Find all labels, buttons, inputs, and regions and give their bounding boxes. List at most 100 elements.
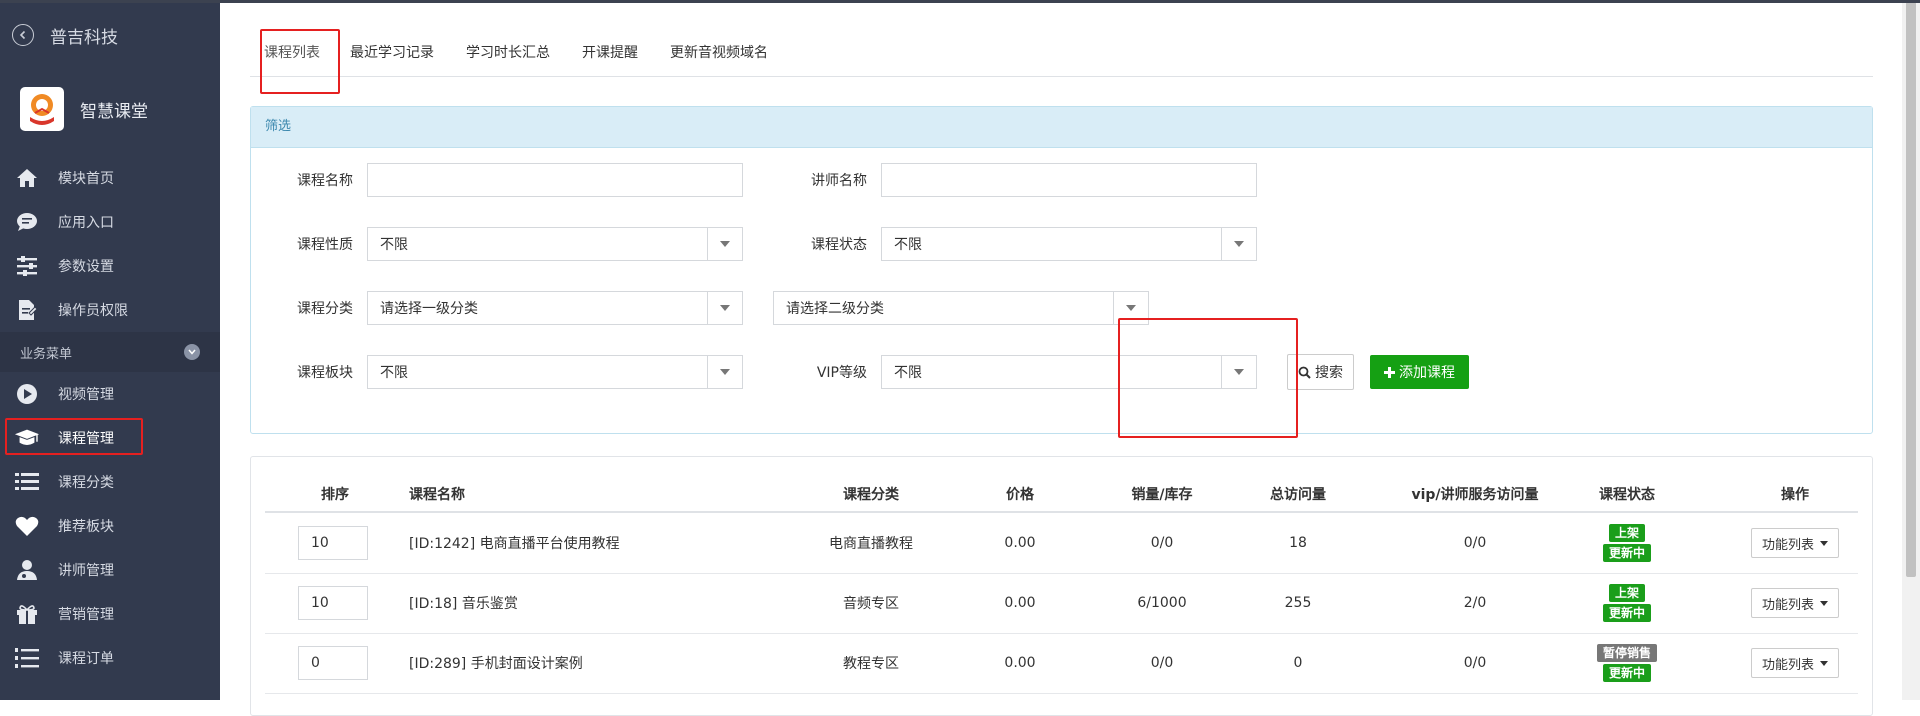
search-button-label: 搜索 [1315, 365, 1343, 381]
app-header: 智慧课堂 [0, 82, 220, 136]
function-list-label: 功能列表 [1761, 597, 1814, 613]
sidebar-item-course-category[interactable]: 课程分类 [0, 460, 220, 504]
sliders-icon [14, 254, 40, 278]
course-name-input[interactable] [367, 163, 743, 197]
header-course-name: 课程名称 [409, 487, 465, 503]
sidebar-item-app-entry[interactable]: 应用入口 [0, 200, 220, 244]
section-label: 业务菜单 [20, 346, 73, 362]
table-row: 10 [ID:1242] 电商直播平台使用教程 电商直播教程 0.00 0/0 … [265, 513, 1858, 574]
highlight-box [5, 418, 143, 455]
sidebar-item-settings[interactable]: 参数设置 [0, 244, 220, 288]
highlight-box-tab [260, 29, 340, 94]
update-badge: 更新中 [1602, 664, 1651, 682]
filter-panel: 筛选 课程名称 讲师名称 课程性质 不限 课程状态 不限 课程分类 请选择一级分… [250, 106, 1873, 434]
price-cell: 0.00 [1004, 595, 1036, 611]
select-value: 不限 [380, 365, 408, 381]
sales-stock-cell: 0/0 [1150, 655, 1174, 671]
tab-bar: 课程列表 最近学习记录 学习时长汇总 开课提醒 更新音视频域名 [250, 30, 1873, 77]
sidebar-item-label: 操作员权限 [58, 303, 128, 319]
sidebar-item-marketing-management[interactable]: 营销管理 [0, 592, 220, 636]
sidebar-section-business[interactable]: 业务菜单 [0, 332, 220, 372]
top-bar [0, 0, 1920, 3]
heart-icon [14, 514, 40, 538]
select-value: 不限 [894, 237, 922, 253]
actions-cell: 功能列表 [1735, 513, 1855, 573]
chevron-down-icon[interactable] [184, 344, 200, 360]
course-status-select[interactable]: 不限 [881, 227, 1257, 261]
back-arrow-icon[interactable] [12, 24, 34, 46]
sort-input[interactable]: 10 [298, 526, 368, 560]
sidebar-item-label: 应用入口 [58, 215, 114, 231]
list-icon [14, 470, 40, 494]
update-badge: 更新中 [1602, 544, 1651, 562]
header-course-status: 课程状态 [1599, 487, 1655, 503]
search-icon [1298, 366, 1311, 379]
caret-down-icon [1820, 660, 1828, 666]
price-cell: 0.00 [1004, 535, 1036, 551]
status-cell: 暂停销售 更新中 [1557, 633, 1697, 693]
document-edit-icon [14, 298, 40, 322]
status-badge[interactable]: 暂停销售 [1596, 644, 1657, 662]
caret-down-icon [707, 228, 742, 260]
filter-row-3: 课程分类 请选择一级分类 请选择二级分类 [251, 291, 1149, 325]
filter-row-1: 课程名称 讲师名称 [251, 163, 1257, 197]
header-sort: 排序 [321, 487, 349, 503]
sort-cell: 10 [298, 513, 368, 573]
teacher-icon [14, 558, 40, 582]
sidebar-item-label: 视频管理 [58, 387, 114, 403]
sidebar-item-operator-permissions[interactable]: 操作员权限 [0, 288, 220, 332]
category-level2-select[interactable]: 请选择二级分类 [773, 291, 1149, 325]
sidebar-item-label: 讲师管理 [58, 563, 114, 579]
header-price: 价格 [1006, 487, 1034, 503]
tab-class-reminder[interactable]: 开课提醒 [566, 30, 654, 76]
sidebar-header: 普吉科技 [0, 0, 220, 70]
sidebar-item-label: 营销管理 [58, 607, 114, 623]
sidebar-item-course-orders[interactable]: 课程订单 [0, 636, 220, 680]
status-badge[interactable]: 上架 [1608, 584, 1645, 602]
course-nature-select[interactable]: 不限 [367, 227, 743, 261]
sidebar-item-module-home[interactable]: 模块首页 [0, 156, 220, 200]
select-value: 不限 [380, 237, 408, 253]
gift-icon [14, 602, 40, 626]
sidebar-item-course-management[interactable]: 课程管理 [0, 416, 220, 460]
header-actions: 操作 [1781, 487, 1809, 503]
course-table-panel: 排序 课程名称 课程分类 价格 销量/库存 总访问量 vip/讲师服务访问量 课… [250, 456, 1873, 716]
status-cell: 上架 更新中 [1557, 573, 1697, 633]
company-name: 普吉科技 [50, 27, 118, 48]
add-course-label: 添加课程 [1399, 365, 1455, 381]
status-badge[interactable]: 上架 [1608, 524, 1645, 542]
category-level1-select[interactable]: 请选择一级分类 [367, 291, 743, 325]
course-name-cell: [ID:18] 音乐鉴赏 [409, 596, 518, 612]
sort-input[interactable]: 10 [298, 586, 368, 620]
tab-study-time-summary[interactable]: 学习时长汇总 [450, 30, 566, 76]
sidebar-item-recommend-block[interactable]: 推荐板块 [0, 504, 220, 548]
chat-bubble-icon [14, 210, 40, 234]
sidebar-item-video-management[interactable]: 视频管理 [0, 372, 220, 416]
function-list-button[interactable]: 功能列表 [1750, 528, 1839, 558]
vertical-scrollbar[interactable] [1902, 0, 1920, 700]
select-value: 请选择一级分类 [380, 301, 478, 317]
course-block-select[interactable]: 不限 [367, 355, 743, 389]
vip-level-label: VIP等级 [816, 365, 867, 381]
sidebar-item-label: 课程订单 [58, 651, 114, 667]
sidebar-item-teacher-management[interactable]: 讲师管理 [0, 548, 220, 592]
sort-input[interactable]: 0 [298, 646, 368, 680]
caret-down-icon [1820, 600, 1828, 606]
actions-cell: 功能列表 [1735, 573, 1855, 633]
scrollbar-thumb[interactable] [1906, 2, 1916, 577]
add-course-button[interactable]: 添加课程 [1370, 355, 1469, 389]
ordered-list-icon [14, 646, 40, 670]
sidebar-item-label: 模块首页 [58, 171, 114, 187]
function-list-button[interactable]: 功能列表 [1750, 588, 1839, 618]
price-cell: 0.00 [1004, 655, 1036, 671]
table-row: 0 [ID:289] 手机封面设计案例 教程专区 0.00 0/0 0 0/0 … [265, 633, 1858, 694]
sort-cell: 10 [298, 573, 368, 633]
status-cell: 上架 更新中 [1557, 513, 1697, 573]
tab-update-media-domain[interactable]: 更新音视频域名 [654, 30, 784, 76]
function-list-button[interactable]: 功能列表 [1750, 648, 1839, 678]
sort-cell: 0 [298, 633, 368, 693]
teacher-name-input[interactable] [881, 163, 1257, 197]
tab-recent-learning[interactable]: 最近学习记录 [334, 30, 450, 76]
app-logo [20, 87, 64, 131]
sidebar-menu: 模块首页 应用入口 参数设置 操作员权限 业务菜单 视频管理 课程管理 课程分类… [0, 156, 220, 680]
